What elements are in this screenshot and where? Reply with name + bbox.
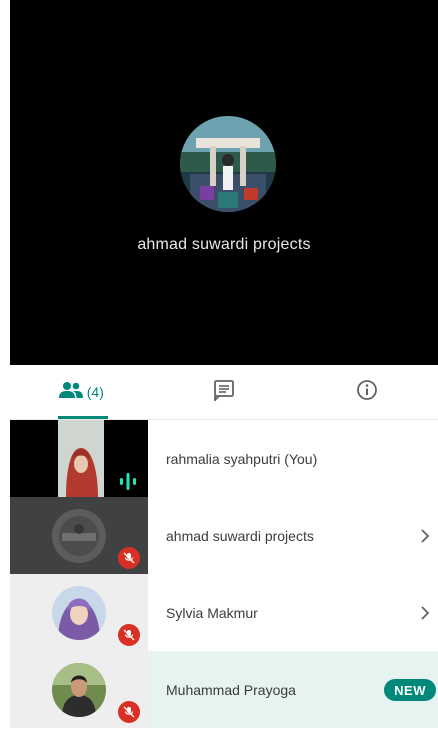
participant-name: rahmalia syahputri (You)	[166, 450, 318, 467]
participant-thumb	[10, 574, 148, 651]
presenter-name: ahmad suwardi projects	[137, 236, 311, 253]
participant-name: Muhammad Prayoga	[166, 681, 296, 698]
participant-row[interactable]: Muhammad Prayoga NEW	[10, 651, 438, 728]
presenter-avatar	[180, 116, 276, 212]
participant-avatar	[52, 663, 106, 722]
tab-bar: (4)	[10, 365, 438, 420]
tab-participants[interactable]: (4)	[10, 365, 153, 419]
participant-name: ahmad suwardi projects	[166, 527, 314, 544]
participant-row[interactable]: rahmalia syahputri (You)	[10, 420, 438, 497]
participant-thumb	[10, 651, 148, 728]
participants-count: (4)	[86, 384, 104, 400]
participant-avatar	[52, 586, 106, 645]
participant-video-thumb	[10, 420, 148, 497]
chevron-right-icon[interactable]	[420, 574, 430, 651]
participant-thumb	[10, 497, 148, 574]
mic-muted-icon	[118, 701, 140, 723]
info-icon	[356, 379, 378, 406]
tab-chat[interactable]	[153, 365, 296, 419]
new-participant-badge: NEW	[384, 679, 436, 701]
mic-muted-icon	[118, 624, 140, 646]
main-video-stage[interactable]: ahmad suwardi projects	[10, 0, 438, 365]
participant-row[interactable]: Sylvia Makmur	[10, 574, 438, 651]
chat-icon	[213, 379, 235, 406]
people-icon	[58, 381, 83, 404]
speaking-indicator-icon	[118, 470, 138, 497]
participant-name: Sylvia Makmur	[166, 604, 258, 621]
meeting-screen: ahmad suwardi projects (4) rahmalia syah…	[10, 0, 438, 729]
active-tab-indicator	[58, 416, 108, 419]
participant-avatar	[52, 509, 106, 568]
participant-row[interactable]: ahmad suwardi projects	[10, 497, 438, 574]
tab-info[interactable]	[295, 365, 438, 419]
chevron-right-icon[interactable]	[420, 497, 430, 574]
participant-list: rahmalia syahputri (You) ahmad suwardi p…	[10, 420, 438, 729]
mic-muted-icon	[118, 547, 140, 569]
